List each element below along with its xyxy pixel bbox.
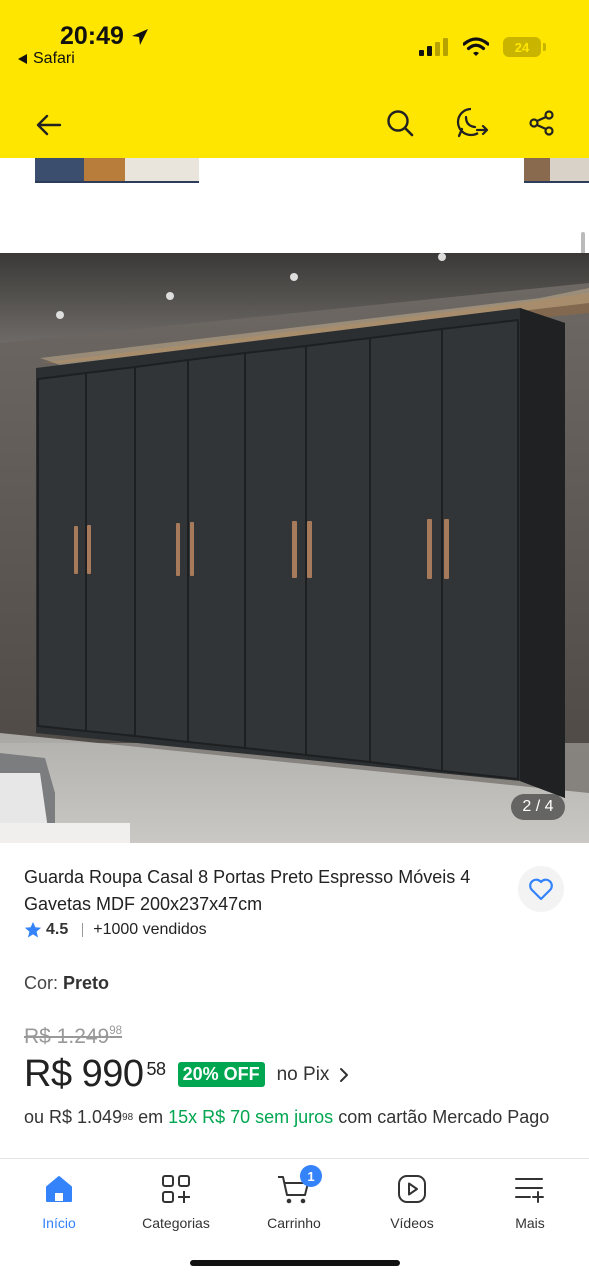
installment-card: com cartão Mercado Pago (338, 1107, 550, 1127)
price-row[interactable]: R$ 990 58 20% OFF no Pix (24, 1053, 349, 1096)
favorite-button[interactable] (518, 866, 564, 912)
rating-row[interactable]: 4.5 +1000 vendidos (24, 921, 207, 939)
star-icon (24, 921, 42, 938)
search-icon[interactable] (385, 108, 415, 138)
tab-label: Mais (515, 1215, 545, 1231)
share-icon[interactable] (529, 110, 555, 136)
home-indicator[interactable] (190, 1260, 400, 1266)
price-amount: R$ 990 (24, 1053, 144, 1095)
color-value: Preto (63, 973, 110, 993)
tab-mais[interactable]: Mais (480, 1169, 580, 1231)
whatsapp-share-icon[interactable] (455, 106, 489, 140)
tab-categorias[interactable]: Categorias (126, 1169, 226, 1231)
installment-plan[interactable]: 15x R$ 70 sem juros (168, 1107, 333, 1127)
status-time: 20:49 (60, 22, 150, 51)
color-label: Cor: (24, 973, 59, 993)
current-price: R$ 990 58 (24, 1053, 166, 1096)
pix-label: no Pix (276, 1063, 330, 1085)
rating-score: 4.5 (46, 921, 69, 938)
thumbnail-image[interactable] (524, 158, 589, 183)
status-indicators: 24 (419, 37, 546, 57)
wardrobe-illustration (0, 253, 589, 843)
video-icon (398, 1175, 426, 1203)
cart-badge: 1 (300, 1165, 322, 1187)
installment-info: ou R$ 1.04998 em 15x R$ 70 sem juros com… (24, 1104, 569, 1131)
tab-inicio[interactable]: Início (9, 1169, 109, 1231)
sold-count: +1000 vendidos (93, 921, 207, 938)
installment-total-cents: 98 (122, 1112, 134, 1123)
image-counter: 2 / 4 (511, 794, 565, 820)
product-image[interactable] (0, 253, 589, 843)
heart-icon (529, 878, 553, 901)
divider (82, 923, 84, 937)
wifi-icon (463, 37, 489, 56)
home-icon (46, 1176, 72, 1202)
product-title: Guarda Roupa Casal 8 Portas Preto Espres… (24, 867, 471, 914)
tab-carrinho[interactable]: 1 Carrinho (244, 1165, 344, 1231)
old-price-cents: 98 (109, 1025, 123, 1037)
installment-total: ou R$ 1.049 (24, 1107, 123, 1127)
discount-badge: 20% OFF (177, 1062, 265, 1087)
back-to-safari[interactable]: Safari (18, 50, 75, 68)
battery-icon: 24 (503, 37, 546, 57)
header-actions (385, 106, 555, 140)
menu-plus-icon (515, 1178, 544, 1203)
tab-label: Início (42, 1215, 76, 1231)
tab-label: Vídeos (390, 1215, 434, 1231)
old-price: R$ 1.24998 (24, 1025, 122, 1049)
chevron-right-icon[interactable] (339, 1067, 349, 1083)
back-triangle-icon (18, 54, 27, 64)
price-cents: 58 (146, 1059, 167, 1079)
categories-icon (162, 1175, 190, 1203)
signal-icon (419, 38, 448, 56)
back-app-label: Safari (33, 50, 75, 67)
arrow-left-icon[interactable] (32, 108, 66, 142)
installment-em: em (138, 1107, 164, 1127)
clock: 20:49 (60, 22, 124, 50)
tab-label: Categorias (142, 1215, 210, 1231)
top-bar: 20:49 Safari 24 (0, 0, 589, 158)
old-price-amount: R$ 1.249 (24, 1025, 110, 1048)
battery-level: 24 (514, 39, 530, 55)
tab-label: Carrinho (267, 1215, 321, 1231)
color-selector[interactable]: Cor: Preto (24, 973, 109, 994)
thumbnail-image[interactable] (35, 158, 199, 183)
location-arrow-icon (131, 28, 148, 45)
tab-videos[interactable]: Vídeos (362, 1169, 462, 1231)
